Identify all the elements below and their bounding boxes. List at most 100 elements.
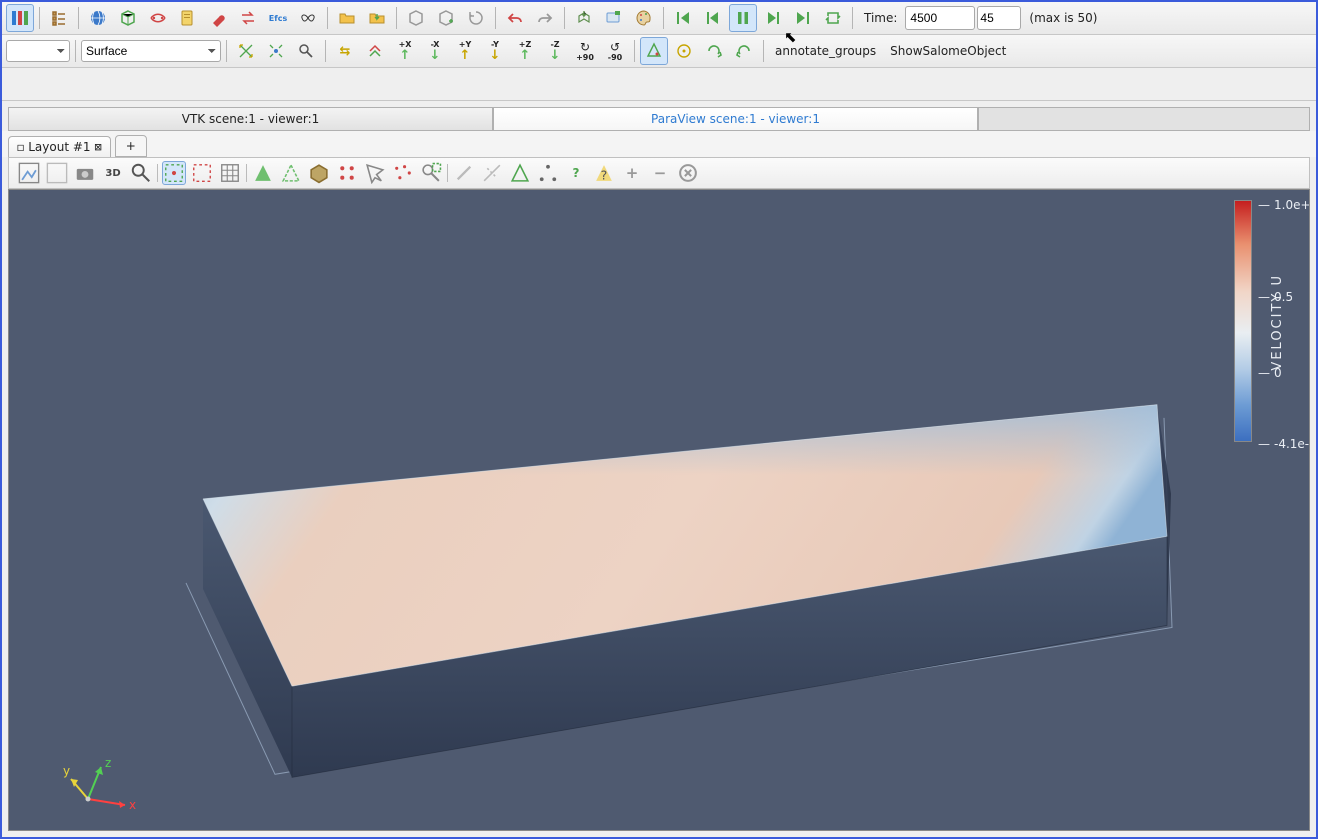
orientation-axes: x y z — [63, 757, 143, 820]
target-icon[interactable] — [670, 37, 698, 65]
view-pos-y-icon[interactable]: +Y↑ — [451, 37, 479, 65]
dots-tri-icon[interactable] — [536, 161, 560, 185]
annotate-groups-button[interactable]: annotate_groups — [769, 44, 882, 58]
globe-icon[interactable] — [84, 4, 112, 32]
camera-icon[interactable] — [73, 161, 97, 185]
view-neg-y-icon[interactable]: -Y↓ — [481, 37, 509, 65]
zoom-to-box-icon[interactable] — [419, 161, 443, 185]
show-salome-object-button[interactable]: ShowSalomeObject — [884, 44, 1012, 58]
time-value-input[interactable] — [905, 6, 975, 30]
swap-icon[interactable] — [234, 4, 262, 32]
rotate-pos90-icon[interactable]: ↻+90 — [571, 37, 599, 65]
time-label: Time: — [858, 11, 903, 25]
help-green-icon[interactable]: ? — [564, 161, 588, 185]
history-icon[interactable] — [462, 4, 490, 32]
axis-neg-stack-icon[interactable]: ⇆ — [331, 37, 359, 65]
svg-text:z: z — [105, 756, 111, 770]
zoom-icon[interactable] — [292, 37, 320, 65]
frame-spin[interactable] — [977, 6, 1021, 30]
cube-sel-icon[interactable] — [307, 161, 331, 185]
layout-add-button[interactable]: + — [115, 135, 147, 157]
spin-cw-icon[interactable] — [700, 37, 728, 65]
select-mode-icon[interactable] — [162, 161, 186, 185]
scene-tab-spacer — [978, 107, 1310, 130]
first-frame-icon[interactable] — [669, 4, 697, 32]
close-icon[interactable]: ⊠ — [95, 140, 102, 154]
folder-import-icon[interactable] — [363, 4, 391, 32]
zoom-fit-icon[interactable] — [129, 161, 153, 185]
legend-bar — [1234, 200, 1252, 442]
rubber-band-icon[interactable] — [190, 161, 214, 185]
tab-paraview-scene[interactable]: ParaView scene:1 - viewer:1 — [493, 107, 978, 130]
color-legend[interactable]: 1.0e+00 0.5 0 -4.1e-01 VELOCITY U — [1234, 200, 1285, 444]
layout-tab-1[interactable]: ◻ Layout #1 ⊠ — [8, 136, 111, 157]
toolbar-spacer — [2, 68, 1316, 101]
render-view-gray-icon[interactable] — [45, 161, 69, 185]
pick-mode-icon[interactable] — [640, 37, 668, 65]
measure-gray-icon[interactable] — [480, 161, 504, 185]
box-gray-icon[interactable] — [402, 4, 430, 32]
tab-vtk-scene[interactable]: VTK scene:1 - viewer:1 — [8, 107, 493, 130]
minus-gray-icon[interactable]: − — [648, 161, 672, 185]
play-icon[interactable] — [759, 4, 787, 32]
svg-text:y: y — [63, 764, 70, 778]
cube-green-icon[interactable] — [114, 4, 142, 32]
efcs-icon[interactable]: Efcs — [264, 4, 292, 32]
view-neg-z-icon[interactable]: -Z↓ — [541, 37, 569, 65]
last-frame-icon[interactable] — [789, 4, 817, 32]
view-pos-z-icon[interactable]: +Z↑ — [511, 37, 539, 65]
svg-text:x: x — [129, 798, 136, 812]
box-plus-icon[interactable] — [432, 4, 460, 32]
toolbar-main: Efcs Time: (max is 50) — [2, 2, 1316, 35]
pause-icon[interactable] — [729, 4, 757, 32]
tri-help-icon[interactable]: ? — [592, 161, 616, 185]
render-surface — [9, 190, 1309, 830]
legend-tick: -4.1e-01 — [1258, 437, 1310, 451]
wrench-red-icon[interactable] — [204, 4, 232, 32]
plus-gray-icon[interactable]: + — [620, 161, 644, 185]
rotate-neg90-icon[interactable]: ↺-90 — [601, 37, 629, 65]
view-pos-x-icon[interactable]: +X↑ — [391, 37, 419, 65]
toolbar-secondary: Surface ⇆ +X↑ -X↓ +Y↑ -Y↓ +Z↑ -Z↓ ↻+90 ↺… — [2, 35, 1316, 68]
mesh-red-icon[interactable] — [144, 4, 172, 32]
butterfly-icon[interactable] — [294, 4, 322, 32]
viewport-3d[interactable]: 1.0e+00 0.5 0 -4.1e-01 VELOCITY U x y z — [8, 189, 1310, 831]
combo-blank[interactable] — [6, 40, 70, 62]
render-view-icon[interactable] — [17, 161, 41, 185]
layout-tab-label: Layout #1 — [28, 140, 90, 154]
svg-text:?: ? — [601, 167, 608, 182]
reset-view-icon[interactable] — [232, 37, 260, 65]
palette-icon[interactable] — [630, 4, 658, 32]
tri-dashed-icon[interactable] — [279, 161, 303, 185]
tree-icon[interactable] — [45, 4, 73, 32]
redo-icon[interactable] — [531, 4, 559, 32]
legend-tick: 1.0e+00 — [1258, 198, 1310, 212]
paraview-logo-icon[interactable] — [6, 4, 34, 32]
poly-pick-icon[interactable] — [363, 161, 387, 185]
view-neg-x-icon[interactable]: -X↓ — [421, 37, 449, 65]
app-window: ⬉ Efcs Time: — [0, 0, 1318, 839]
folder-open-icon[interactable] — [333, 4, 361, 32]
layout-tab-box-icon: ◻ — [17, 140, 24, 154]
spin-ccw-icon[interactable] — [730, 37, 758, 65]
cube-up-icon[interactable] — [570, 4, 598, 32]
tri-green-icon[interactable] — [251, 161, 275, 185]
scatter-pick-icon[interactable] — [391, 161, 415, 185]
axis-stack-colored-icon[interactable] — [361, 37, 389, 65]
grid-select-icon[interactable] — [218, 161, 242, 185]
viewer-toolbar: 3D ? ? + − — [8, 157, 1310, 189]
max-hint-label: (max is 50) — [1023, 11, 1103, 25]
representation-combo[interactable]: Surface — [81, 40, 221, 62]
circle-x-icon[interactable] — [676, 161, 700, 185]
step-back-icon[interactable] — [699, 4, 727, 32]
tri-outline-icon[interactable] — [508, 161, 532, 185]
undo-icon[interactable] — [501, 4, 529, 32]
points-red-icon[interactable] — [335, 161, 359, 185]
wand-gray-icon[interactable] — [452, 161, 476, 185]
view-3d-button[interactable]: 3D — [101, 161, 125, 185]
monitor-flag-icon[interactable] — [600, 4, 628, 32]
fit-all-icon[interactable] — [262, 37, 290, 65]
script-icon[interactable] — [174, 4, 202, 32]
loop-icon[interactable] — [819, 4, 847, 32]
legend-title: VELOCITY U — [1270, 274, 1285, 371]
